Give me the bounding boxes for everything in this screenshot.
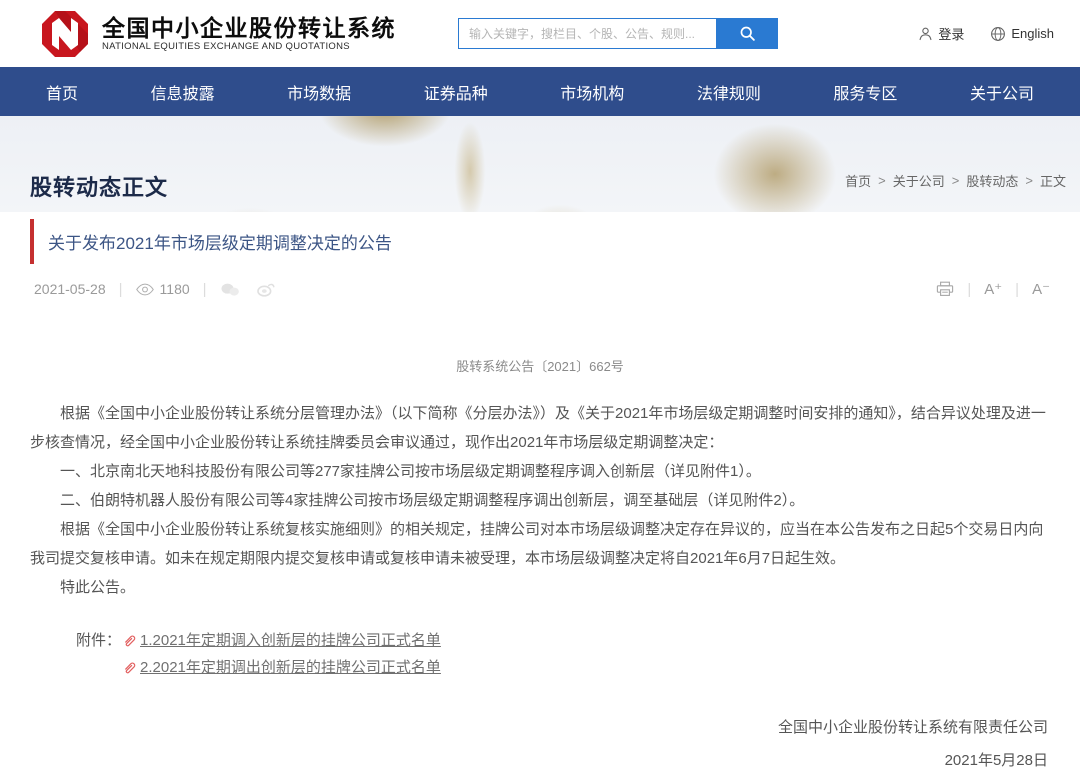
attachment-link-2[interactable]: 2.2021年定期调出创新层的挂牌公司正式名单 xyxy=(121,654,441,681)
attachment-text: 2.2021年定期调出创新层的挂牌公司正式名单 xyxy=(140,654,441,681)
site-title: 全国中小企业股份转让系统 xyxy=(102,15,396,41)
language-switch[interactable]: English xyxy=(990,26,1054,42)
site-subtitle: NATIONAL EQUITIES EXCHANGE AND QUOTATION… xyxy=(102,41,396,52)
attachment-link-1[interactable]: 1.2021年定期调入创新层的挂牌公司正式名单 xyxy=(121,627,441,654)
breadcrumb-home[interactable]: 首页 xyxy=(845,171,871,190)
paragraph: 二、伯朗特机器人股份有限公司等4家挂牌公司按市场层级定期调整程序调出创新层，调至… xyxy=(30,486,1050,515)
eye-icon xyxy=(136,283,154,296)
nav-item-rules[interactable]: 法律规则 xyxy=(697,80,761,104)
search-icon xyxy=(739,25,756,42)
breadcrumb-separator: > xyxy=(1025,173,1033,188)
nav-item-market-data[interactable]: 市场数据 xyxy=(287,80,351,104)
search-input[interactable] xyxy=(458,18,716,49)
attachments-label: 附件： xyxy=(76,627,121,681)
breadcrumb-separator: > xyxy=(952,173,960,188)
header-actions: 登录 English xyxy=(918,24,1054,43)
user-icon xyxy=(918,26,933,41)
signature-block: 全国中小企业股份转让系统有限责任公司 2021年5月28日 xyxy=(30,711,1050,777)
publish-date: 2021-05-28 xyxy=(34,281,106,297)
breadcrumb-news[interactable]: 股转动态 xyxy=(966,171,1018,190)
site-header: 全国中小企业股份转让系统 NATIONAL EQUITIES EXCHANGE … xyxy=(0,0,1080,67)
page-banner: 股转动态正文 首页 > 关于公司 > 股转动态 > 正文 xyxy=(0,116,1080,212)
page-title: 股转动态正文 xyxy=(30,170,168,202)
print-icon[interactable] xyxy=(936,281,954,297)
paperclip-icon xyxy=(121,633,137,649)
paperclip-icon xyxy=(121,660,137,676)
main-nav: 首页 信息披露 市场数据 证券品种 市场机构 法律规则 服务专区 关于公司 xyxy=(0,67,1080,116)
breadcrumb-current: 正文 xyxy=(1040,171,1066,190)
paragraph: 根据《全国中小企业股份转让系统复核实施细则》的相关规定，挂牌公司对本市场层级调整… xyxy=(30,515,1050,573)
nav-item-services[interactable]: 服务专区 xyxy=(833,80,897,104)
paragraph: 根据《全国中小企业股份转让系统分层管理办法》（以下简称《分层办法》）及《关于20… xyxy=(30,399,1050,457)
view-count: 1180 xyxy=(136,281,190,297)
view-count-value: 1180 xyxy=(160,281,190,297)
search-bar xyxy=(458,18,778,49)
share-actions xyxy=(220,282,275,297)
article-tools: | A⁺ | A⁻ xyxy=(936,280,1050,298)
login-label: 登录 xyxy=(938,24,964,43)
article-title: 关于发布2021年市场层级定期调整决定的公告 xyxy=(30,219,1050,264)
site-logo-text: 全国中小企业股份转让系统 NATIONAL EQUITIES EXCHANGE … xyxy=(102,15,396,52)
breadcrumb: 首页 > 关于公司 > 股转动态 > 正文 xyxy=(845,171,1066,190)
font-decrease-button[interactable]: A⁻ xyxy=(1032,280,1050,298)
search-button[interactable] xyxy=(716,18,778,49)
attachments: 附件： 1.2021年定期调入创新层的挂牌公司正式名单 2.2021年定期调出创… xyxy=(76,627,1050,681)
nav-item-institutions[interactable]: 市场机构 xyxy=(560,80,624,104)
article-meta: 2021-05-28 | 1180 | xyxy=(30,276,1050,302)
breadcrumb-about[interactable]: 关于公司 xyxy=(893,171,945,190)
weibo-share-icon[interactable] xyxy=(256,282,275,297)
article: 关于发布2021年市场层级定期调整决定的公告 2021-05-28 | 1180… xyxy=(0,219,1080,777)
paragraph: 特此公告。 xyxy=(30,573,1050,602)
site-logo[interactable]: 全国中小企业股份转让系统 NATIONAL EQUITIES EXCHANGE … xyxy=(40,9,396,59)
nav-item-about[interactable]: 关于公司 xyxy=(970,80,1034,104)
meta-divider: | xyxy=(967,281,971,298)
nav-item-securities[interactable]: 证券品种 xyxy=(424,80,488,104)
login-link[interactable]: 登录 xyxy=(918,24,964,43)
meta-divider: | xyxy=(203,281,207,298)
font-increase-button[interactable]: A⁺ xyxy=(984,280,1002,298)
wechat-share-icon[interactable] xyxy=(220,282,240,297)
attachment-text: 1.2021年定期调入创新层的挂牌公司正式名单 xyxy=(140,627,441,654)
meta-divider: | xyxy=(119,281,123,298)
nav-item-disclosure[interactable]: 信息披露 xyxy=(151,80,215,104)
announcement-number: 股转系统公告〔2021〕662号 xyxy=(30,356,1050,375)
language-label: English xyxy=(1011,26,1054,41)
paragraph: 一、北京南北天地科技股份有限公司等277家挂牌公司按市场层级定期调整程序调入创新… xyxy=(30,457,1050,486)
globe-icon xyxy=(990,26,1006,42)
article-body: 根据《全国中小企业股份转让系统分层管理办法》（以下简称《分层办法》）及《关于20… xyxy=(30,399,1050,602)
nav-item-home[interactable]: 首页 xyxy=(46,80,78,104)
neeq-logo-icon xyxy=(40,9,90,59)
breadcrumb-separator: > xyxy=(878,173,886,188)
signature-date: 2021年5月28日 xyxy=(30,744,1048,777)
meta-divider: | xyxy=(1015,281,1019,298)
signature-company: 全国中小企业股份转让系统有限责任公司 xyxy=(30,711,1048,744)
